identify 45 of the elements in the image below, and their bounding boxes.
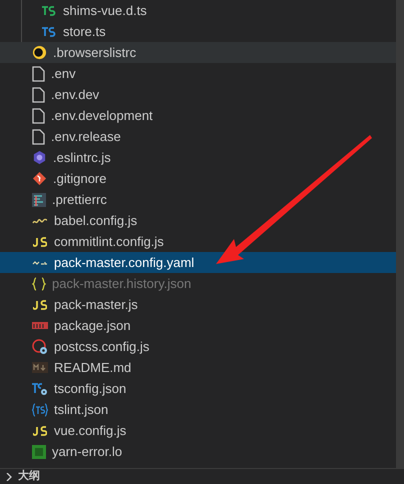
gear-circle-icon [32, 338, 48, 354]
file-name: .env [51, 64, 76, 83]
file-name: store.ts [63, 22, 106, 41]
chevron-right-icon [6, 472, 12, 480]
package-icon [32, 322, 48, 329]
file-name: .env.development [51, 106, 153, 125]
file-name: postcss.config.js [54, 338, 150, 356]
file-icon [32, 86, 45, 102]
file-name: pack-master.history.json [52, 274, 192, 293]
circle-logo-icon [32, 45, 47, 60]
square-icon [32, 444, 46, 458]
file-name: .eslintrc.js [53, 148, 111, 167]
file-row[interactable]: .browserslistrc [0, 42, 396, 63]
file-name: pack-master.js [54, 296, 138, 314]
file-name: tslint.json [54, 400, 108, 419]
panel-title: 大纲 [18, 468, 40, 484]
file-name: babel.config.js [54, 212, 138, 230]
file-name: .gitignore [53, 170, 106, 188]
file-name: commitlint.config.js [54, 232, 164, 251]
gear-letters-icon [32, 382, 48, 396]
file-icon [32, 108, 45, 124]
braces-icon [32, 276, 46, 290]
file-name: package.json [54, 316, 131, 335]
file-icon [32, 66, 45, 82]
file-name: pack-master.config.yaml [54, 254, 194, 272]
file-icon [32, 128, 45, 144]
file-name: tsconfig.json [54, 380, 126, 398]
file-name: .browserslistrc [53, 44, 136, 62]
outline-panel-header[interactable]: 大纲 [0, 468, 404, 484]
file-name: shims-vue.d.ts [63, 2, 147, 20]
file-name: vue.config.js [54, 422, 126, 440]
bracketed-letters-icon [32, 402, 48, 416]
squiggle-icon [32, 260, 48, 266]
file-row[interactable]: pack-master.config.yaml [0, 252, 396, 273]
file-name: .prettierrc [52, 190, 107, 209]
striped-square-icon [32, 192, 46, 206]
scrollbar[interactable] [396, 0, 404, 468]
diamond-icon [32, 171, 47, 186]
markdown-icon [32, 362, 48, 373]
file-name: .env.dev [51, 86, 100, 104]
file-name: README.md [54, 358, 132, 377]
file-name: .env.release [51, 128, 121, 146]
squiggle-icon [32, 216, 48, 224]
hexagon-icon [32, 150, 47, 165]
file-name: yarn-error.lo [52, 442, 122, 461]
